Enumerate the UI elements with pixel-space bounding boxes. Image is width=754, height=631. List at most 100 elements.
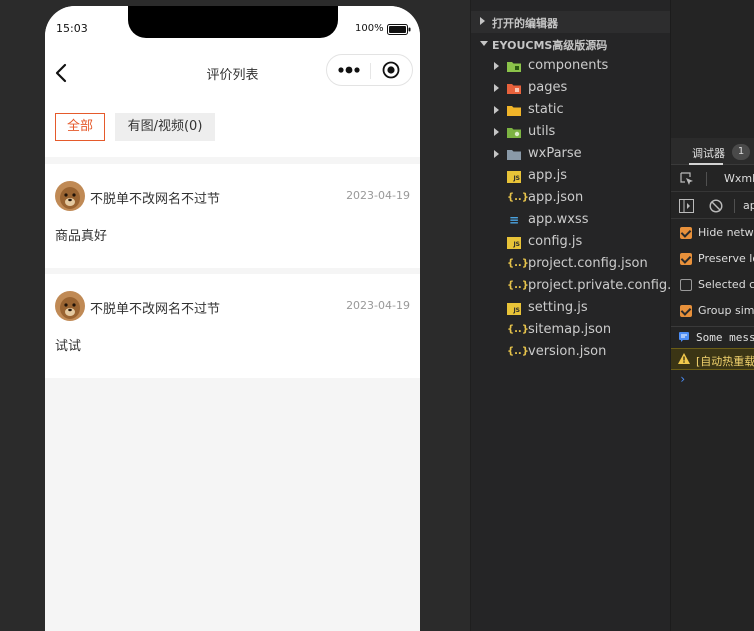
json-file-icon: {..}	[507, 280, 529, 291]
tree-file-app-json[interactable]: {..} app.json	[471, 187, 671, 209]
json-file-icon: {..}	[507, 258, 529, 269]
checkbox[interactable]	[680, 305, 692, 317]
console-prompt[interactable]: ›	[679, 372, 686, 386]
debugger-header: 调试器 1	[671, 138, 754, 165]
js-file-icon: JS	[507, 237, 521, 249]
toolbar-separator	[734, 199, 735, 213]
tree-item-label: components	[528, 58, 609, 73]
console-toolbar: ap	[671, 193, 754, 219]
menu-capsule	[326, 54, 413, 86]
tree-item-label: pages	[528, 80, 568, 95]
chevron-right-icon	[494, 62, 499, 70]
review-date: 2023-04-19	[346, 299, 410, 312]
project-label: EYOUCMS高级版源码	[492, 39, 608, 52]
status-time: 15:03	[56, 22, 88, 35]
navigation-bar: 评价列表	[45, 50, 420, 96]
js-file-icon: JS	[507, 171, 521, 183]
option-label: Group simi	[698, 304, 754, 317]
toolbar-separator	[706, 172, 707, 186]
close-miniprogram-icon[interactable]	[382, 61, 400, 79]
tree-item-label: app.js	[528, 168, 567, 183]
option-selected-context[interactable]: Selected co	[671, 272, 754, 298]
json-file-icon: {..}	[507, 192, 529, 203]
chevron-right-icon	[494, 106, 499, 114]
review-content: 商品真好	[55, 229, 108, 244]
devtools-tabbar: Wxml	[671, 166, 754, 192]
tree-file-app-wxss[interactable]: ≡ app.wxss	[471, 209, 671, 231]
chevron-right-icon	[494, 150, 499, 158]
option-hide-network[interactable]: Hide netwo	[671, 220, 754, 246]
clear-console-icon[interactable]	[709, 199, 723, 213]
warning-icon	[678, 353, 690, 364]
tree-item-label: version.json	[528, 344, 607, 359]
battery-percent: 100%	[355, 23, 384, 34]
capsule-divider	[370, 63, 371, 79]
tree-item-label: config.js	[528, 234, 583, 249]
open-editors-label: 打开的编辑器	[492, 17, 558, 30]
tab-with-media[interactable]: 有图/视频(0)	[115, 113, 215, 141]
message-icon	[679, 332, 689, 342]
file-explorer: 打开的编辑器 EYOUCMS高级版源码 components pages sta…	[470, 0, 694, 631]
js-file-icon: JS	[507, 303, 521, 315]
debugger-panel: 调试器 1 Wxml ap Hide netwo Preserve lo	[670, 0, 754, 631]
review-item: 不脱单不改网名不过节 2023-04-19 商品真好	[45, 164, 420, 268]
tree-file-project-config-json[interactable]: {..} project.config.json	[471, 253, 671, 275]
tree-item-label: setting.js	[528, 300, 588, 315]
tree-item-label: app.json	[528, 190, 584, 205]
tree-folder-wxparse[interactable]: wxParse	[471, 143, 671, 165]
reviewer-name: 不脱单不改网名不过节	[90, 192, 221, 207]
project-section[interactable]: EYOUCMS高级版源码	[471, 33, 671, 55]
console-warning: [自动热重载	[671, 348, 754, 370]
tab-all[interactable]: 全部	[55, 113, 105, 141]
tree-item-label: sitemap.json	[528, 322, 612, 337]
avatar	[55, 181, 85, 211]
active-tab-indicator	[689, 163, 723, 165]
tab-debugger[interactable]: 调试器	[692, 145, 725, 161]
folder-pages-icon	[507, 84, 521, 94]
tree-item-label: utils	[528, 124, 556, 139]
reviewer-name: 不脱单不改网名不过节	[90, 302, 221, 317]
tree-file-setting-js[interactable]: JS setting.js	[471, 297, 671, 319]
tree-file-sitemap-json[interactable]: {..} sitemap.json	[471, 319, 671, 341]
tree-file-config-js[interactable]: JS config.js	[471, 231, 671, 253]
folder-static-icon	[507, 106, 521, 116]
review-content: 试试	[55, 339, 82, 354]
sidebar-toggle-icon[interactable]	[679, 199, 694, 213]
folder-components-icon	[507, 62, 521, 72]
context-select[interactable]: ap	[743, 199, 754, 212]
open-editors-section[interactable]: 打开的编辑器	[471, 11, 671, 33]
battery-icon	[387, 24, 411, 35]
tree-item-label: project.config.json	[528, 256, 648, 271]
tab-wxml[interactable]: Wxml	[724, 172, 754, 185]
inspect-element-icon[interactable]	[680, 172, 694, 186]
tree-file-app-js[interactable]: JS app.js	[471, 165, 671, 187]
chevron-right-icon	[494, 128, 499, 136]
status-bar: 15:03 100%	[45, 6, 420, 50]
console-message: Some mess	[671, 326, 754, 348]
console-text: [自动热重载	[696, 355, 754, 368]
option-label: Preserve lo	[698, 252, 754, 265]
checkbox[interactable]	[680, 279, 692, 291]
json-file-icon: {..}	[507, 324, 529, 335]
more-dots-icon[interactable]	[337, 64, 361, 76]
tree-file-project-private-config[interactable]: {..} project.private.config.js...	[471, 275, 694, 297]
phone-simulator: 15:03 100% 评价列表 全部 有图/视频(0) 不脱单不改网名不过节 2…	[45, 6, 420, 631]
tree-folder-components[interactable]: components	[471, 55, 671, 77]
option-label: Hide netwo	[698, 226, 754, 239]
checkbox[interactable]	[680, 227, 692, 239]
option-preserve-log[interactable]: Preserve lo	[671, 246, 754, 272]
chevron-right-icon	[480, 17, 485, 25]
phone-notch	[128, 6, 338, 38]
tree-folder-utils[interactable]: utils	[471, 121, 671, 143]
checkbox[interactable]	[680, 253, 692, 265]
review-filter-tabs: 全部 有图/视频(0)	[45, 96, 420, 157]
json-file-icon: {..}	[507, 346, 529, 357]
css-file-icon: ≡	[508, 213, 520, 227]
tree-folder-static[interactable]: static	[471, 99, 671, 121]
tree-item-label: app.wxss	[528, 212, 589, 227]
option-group-similar[interactable]: Group simi	[671, 298, 754, 324]
tree-folder-pages[interactable]: pages	[471, 77, 671, 99]
option-label: Selected co	[698, 278, 754, 291]
console-text: Some mess	[696, 331, 754, 344]
tree-file-version-json[interactable]: {..} version.json	[471, 341, 671, 363]
